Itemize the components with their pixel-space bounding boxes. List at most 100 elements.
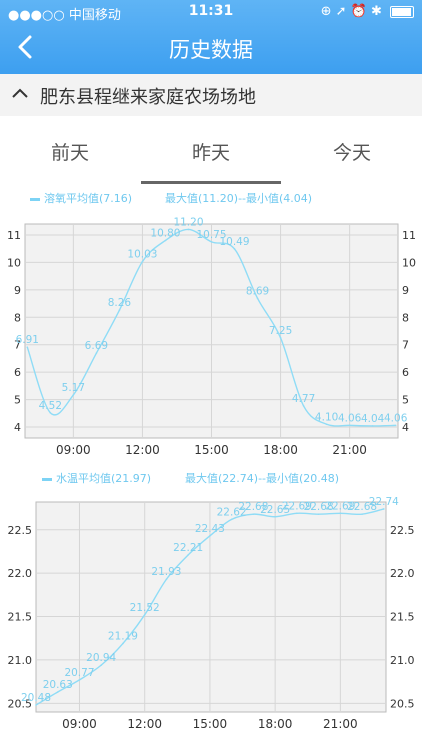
- data-label: 22.21: [173, 542, 203, 554]
- data-point: [35, 704, 37, 706]
- data-point: [164, 239, 167, 242]
- data-point: [141, 260, 144, 263]
- farm-name: 肥东县程继来家庭农场场地: [40, 87, 256, 108]
- data-label: 21.19: [108, 630, 138, 642]
- data-label: 8.26: [108, 297, 132, 309]
- data-point: [49, 411, 52, 414]
- x-tick-label: 12:00: [127, 717, 162, 731]
- data-label: 6.91: [16, 334, 39, 346]
- data-label: 4.06: [338, 412, 362, 424]
- y-tick-label-right: 6: [402, 366, 409, 379]
- data-label: 10.80: [150, 227, 180, 239]
- x-tick-label: 09:00: [56, 443, 91, 457]
- y-tick-label-right: 7: [402, 339, 409, 352]
- y-tick-label-right: 9: [402, 284, 409, 297]
- data-label: 7.25: [269, 325, 292, 337]
- data-label: 10.49: [219, 236, 249, 248]
- data-label: 20.94: [86, 652, 116, 664]
- data-label: 20.63: [43, 679, 73, 691]
- data-label: 11.20: [173, 216, 203, 228]
- data-point: [339, 512, 342, 515]
- status-icons: ⊕ ➚ ⏰ ✱: [321, 4, 414, 19]
- chart1-legend-label: 溶氧平均值(7.16): [44, 192, 133, 205]
- data-label: 8.69: [246, 285, 269, 297]
- data-label: 20.48: [21, 692, 51, 704]
- chart2-legend-label: 水温平均值(21.97): [56, 472, 152, 485]
- data-point: [279, 337, 282, 339]
- data-point: [383, 508, 385, 510]
- chart1-summary: 最大值(11.20)--最小值(4.04): [165, 192, 313, 205]
- y-tick-label-right: 20.5: [390, 697, 415, 710]
- page-title: 历史数据: [169, 38, 253, 62]
- data-label: 4.52: [39, 400, 62, 412]
- data-point: [394, 424, 397, 427]
- data-point: [95, 352, 98, 355]
- data-point: [348, 424, 351, 427]
- data-label: 4.06: [384, 412, 408, 424]
- data-label: 5.17: [62, 382, 85, 394]
- data-point: [274, 515, 276, 518]
- data-label: 6.69: [85, 340, 108, 352]
- tab-today[interactable]: 今天: [282, 138, 422, 165]
- y-tick-label-left: 11: [7, 229, 21, 242]
- data-point: [209, 535, 211, 537]
- data-point: [361, 513, 363, 515]
- data-point: [371, 425, 374, 427]
- x-tick-label: 21:00: [332, 443, 367, 457]
- y-tick-label-left: 5: [14, 394, 21, 407]
- chart2-legend: 水温平均值(21.97): [42, 470, 151, 486]
- y-tick-label-left: 21.0: [8, 654, 33, 667]
- day-tabs: 前天 昨天 今天: [0, 116, 422, 186]
- tab-yesterday[interactable]: 昨天: [141, 138, 281, 165]
- data-point: [210, 241, 213, 243]
- y-tick-label-right: 22.0: [390, 567, 415, 580]
- data-point: [302, 405, 305, 407]
- y-tick-label-right: 21.0: [390, 654, 415, 667]
- data-point: [252, 513, 255, 515]
- data-point: [187, 228, 190, 231]
- y-tick-label-right: 8: [402, 311, 409, 324]
- water-temperature-chart: 20.5 20.521.0 21.021.5 21.522.0 22.022.5 22.5…: [8, 496, 415, 731]
- data-label: 21.93: [151, 566, 181, 578]
- x-tick-label: 12:00: [125, 443, 160, 457]
- data-point: [78, 679, 81, 681]
- y-tick-label-left: 21.5: [8, 611, 33, 624]
- data-label: 10.03: [127, 249, 157, 261]
- tab-day-before-yesterday[interactable]: 前天: [0, 138, 140, 165]
- y-tick-label-right: 22.5: [390, 524, 415, 537]
- y-tick-label-left: 8: [14, 311, 21, 324]
- legend-swatch: [42, 477, 52, 481]
- data-label: 22.74: [369, 496, 399, 508]
- y-tick-label-left: 10: [7, 256, 21, 269]
- x-tick-label: 18:00: [263, 443, 298, 457]
- battery-icon: [390, 5, 414, 18]
- data-point: [72, 394, 75, 396]
- y-tick-label-right: 5: [402, 394, 409, 407]
- dissolved-oxygen-chart: 4 45 56 67 78 89 910 1011 1109:00 12:00 15:00 18:00…: [7, 216, 416, 457]
- x-tick-label: 18:00: [258, 717, 293, 731]
- status-bar: ●●●○○ 中国移动 11:31 ⊕ ➚ ⏰ ✱: [0, 0, 422, 24]
- status-icons-text: ⊕ ➚ ⏰ ✱: [320, 4, 382, 19]
- data-point: [165, 578, 168, 581]
- data-point: [143, 614, 146, 616]
- data-point: [26, 346, 29, 348]
- data-label: 22.43: [195, 523, 225, 535]
- data-point: [317, 513, 320, 515]
- data-point: [230, 518, 233, 521]
- x-tick-label: 15:00: [193, 717, 228, 731]
- y-tick-label-right: 21.5: [390, 611, 415, 624]
- data-point: [233, 248, 236, 250]
- chart2-summary: 最大值(22.74)--最小值(20.48): [185, 472, 340, 485]
- data-point: [122, 642, 124, 645]
- app-header: ●●●○○ 中国移动 11:31 ⊕ ➚ ⏰ ✱ 历史数据: [0, 0, 422, 74]
- data-point: [118, 309, 121, 311]
- data-point: [256, 297, 259, 300]
- y-tick-label-right: 10: [402, 256, 416, 269]
- data-point: [296, 512, 298, 515]
- y-tick-label-left: 4: [14, 421, 21, 434]
- farm-selector[interactable]: 肥东县程继来家庭农场场地: [0, 74, 422, 116]
- x-tick-label: 09:00: [62, 717, 97, 731]
- data-point: [56, 691, 59, 693]
- y-tick-label-left: 9: [14, 284, 21, 297]
- chevron-up-icon: [12, 88, 28, 98]
